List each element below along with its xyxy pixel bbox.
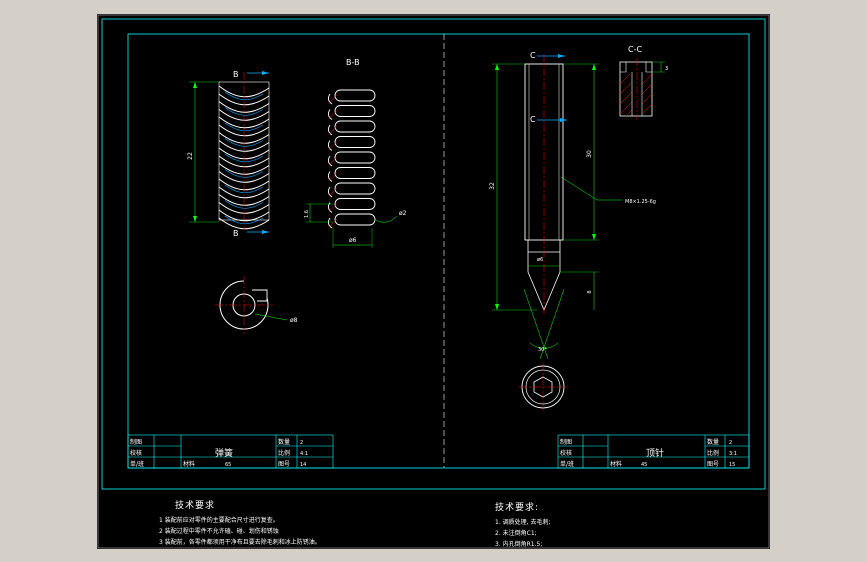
section-coil	[334, 167, 376, 179]
tb-left-material-value: 65	[225, 462, 231, 468]
pin-section-cc: C-C 3	[619, 45, 668, 120]
section-coil	[334, 151, 376, 164]
tech-notes-left: 技术要求 1 装配前应对零件的主要配合尺寸进行复查。 2 装配过程中零件不允许磕…	[159, 498, 321, 548]
tb-left-unit: 单/班	[130, 460, 144, 468]
tb-left-scale-label: 比例	[278, 449, 290, 457]
section-coil-end	[327, 124, 333, 136]
tb-left-drawn: 制图	[130, 438, 142, 446]
dim-spring-height: 22	[187, 152, 194, 160]
section-coil-end	[327, 186, 333, 198]
drawing-canvas[interactable]: B B 22 B-B 1.6 ø6 ø2 ø8 制图 校核 单/班 弹簧 材料 …	[97, 14, 770, 549]
tb-left-material-label: 材料	[183, 460, 195, 468]
drawing-frame	[127, 33, 750, 469]
tech-note-left-1: 1 装配前应对零件的主要配合尺寸进行复查。	[159, 517, 279, 524]
tech-note-left-3: 3 装配前，各零件都须用干净布且要去除毛刺和冰上防锈油。	[159, 539, 321, 546]
tb-left-dwg-value: 14	[300, 462, 306, 468]
dim-ring-diameter: ø8	[290, 317, 298, 324]
pin-end-view	[519, 363, 567, 411]
section-coil-end	[327, 93, 333, 105]
tb-left-checked: 校核	[130, 449, 142, 457]
section-coil	[334, 89, 376, 102]
dim-tip-diameter: ø6	[537, 257, 543, 263]
tb-right-checked: 校核	[560, 449, 572, 457]
tb-right-part-name: 顶针	[646, 447, 664, 459]
section-coil	[334, 105, 376, 117]
dim-total-length: 32	[489, 182, 496, 190]
tech-notes-left-title: 技术要求	[175, 501, 216, 511]
tb-left-qty-value: 2	[300, 440, 303, 446]
section-coil-end	[327, 109, 333, 120]
section-coil	[334, 182, 376, 195]
cad-drawing: B B 22 B-B 1.6 ø6 ø2 ø8 制图 校核 单/班 弹簧 材料 …	[97, 14, 770, 549]
tech-notes-right: 技术要求: 1. 调质处理, 去毛刺; 2. 未注倒角C1; 3. 内孔倒角R1…	[495, 500, 550, 550]
tb-right-drawn: 制图	[560, 438, 572, 446]
dim-tip-length: 8	[587, 290, 593, 293]
tb-right-dwg-value: 15	[729, 462, 735, 468]
section-coil-end	[327, 171, 333, 182]
tech-note-left-2: 2 装配过程中零件不允许磕、碰、划伤和锈蚀	[159, 528, 279, 535]
tb-left-scale-value: 4:1	[300, 451, 308, 457]
tb-left-part-name: 弹簧	[215, 447, 233, 459]
cut-mark-b-bottom: B	[233, 229, 239, 238]
section-coil-end	[327, 140, 333, 151]
section-coil-end	[327, 155, 333, 167]
dim-spring-diameter: ø6	[349, 237, 357, 244]
pin-front-view: C C 32 30 8 M8×1.25-6g ø6 30°	[489, 51, 656, 360]
spring-section-view: B-B 1.6 ø6 ø2	[304, 58, 407, 248]
dim-spring-pitch: 1.6	[304, 210, 310, 218]
section-coil-end	[327, 217, 333, 229]
tb-left-dwg-label: 图号	[278, 461, 290, 468]
section-label-cc: C-C	[628, 45, 642, 54]
dim-hex-depth: 3	[665, 66, 668, 72]
tb-right-qty-value: 2	[729, 440, 732, 446]
section-label-bb: B-B	[346, 58, 360, 67]
tech-note-right-1: 1. 调质处理, 去毛刺;	[495, 519, 551, 526]
tb-right-qty-label: 数量	[707, 438, 719, 446]
tech-note-right-3: 3. 内孔倒角R1.5;	[495, 541, 543, 548]
spring-end-view: ø8	[215, 276, 298, 334]
tb-right-material-label: 材料	[610, 460, 622, 468]
tb-right-unit: 单/班	[560, 460, 574, 468]
cut-mark-c-top: C	[530, 51, 536, 60]
tech-notes-right-title: 技术要求:	[495, 503, 540, 513]
dim-thread-spec: M8×1.25-6g	[625, 199, 656, 205]
section-coil	[334, 198, 376, 210]
sheet-border	[101, 18, 766, 490]
section-coil	[334, 213, 376, 226]
tb-left-qty-label: 数量	[278, 438, 290, 446]
tb-right-dwg-label: 图号	[707, 461, 719, 468]
tb-right-material-value: 45	[641, 462, 647, 468]
tb-right-scale-label: 比例	[707, 449, 719, 457]
cut-mark-c-mid: C	[530, 115, 536, 124]
section-coil	[334, 120, 376, 133]
tb-right-scale-value: 3:1	[729, 451, 737, 457]
cut-mark-b-top: B	[233, 70, 239, 79]
spring-front-view: B B 22	[187, 70, 270, 238]
dim-thread-length: 30	[586, 150, 593, 158]
tech-note-right-2: 2. 未注倒角C1;	[495, 530, 537, 537]
dim-tip-angle: 30°	[538, 347, 547, 353]
dim-wire-diameter: ø2	[399, 210, 407, 217]
section-coil	[334, 136, 376, 148]
